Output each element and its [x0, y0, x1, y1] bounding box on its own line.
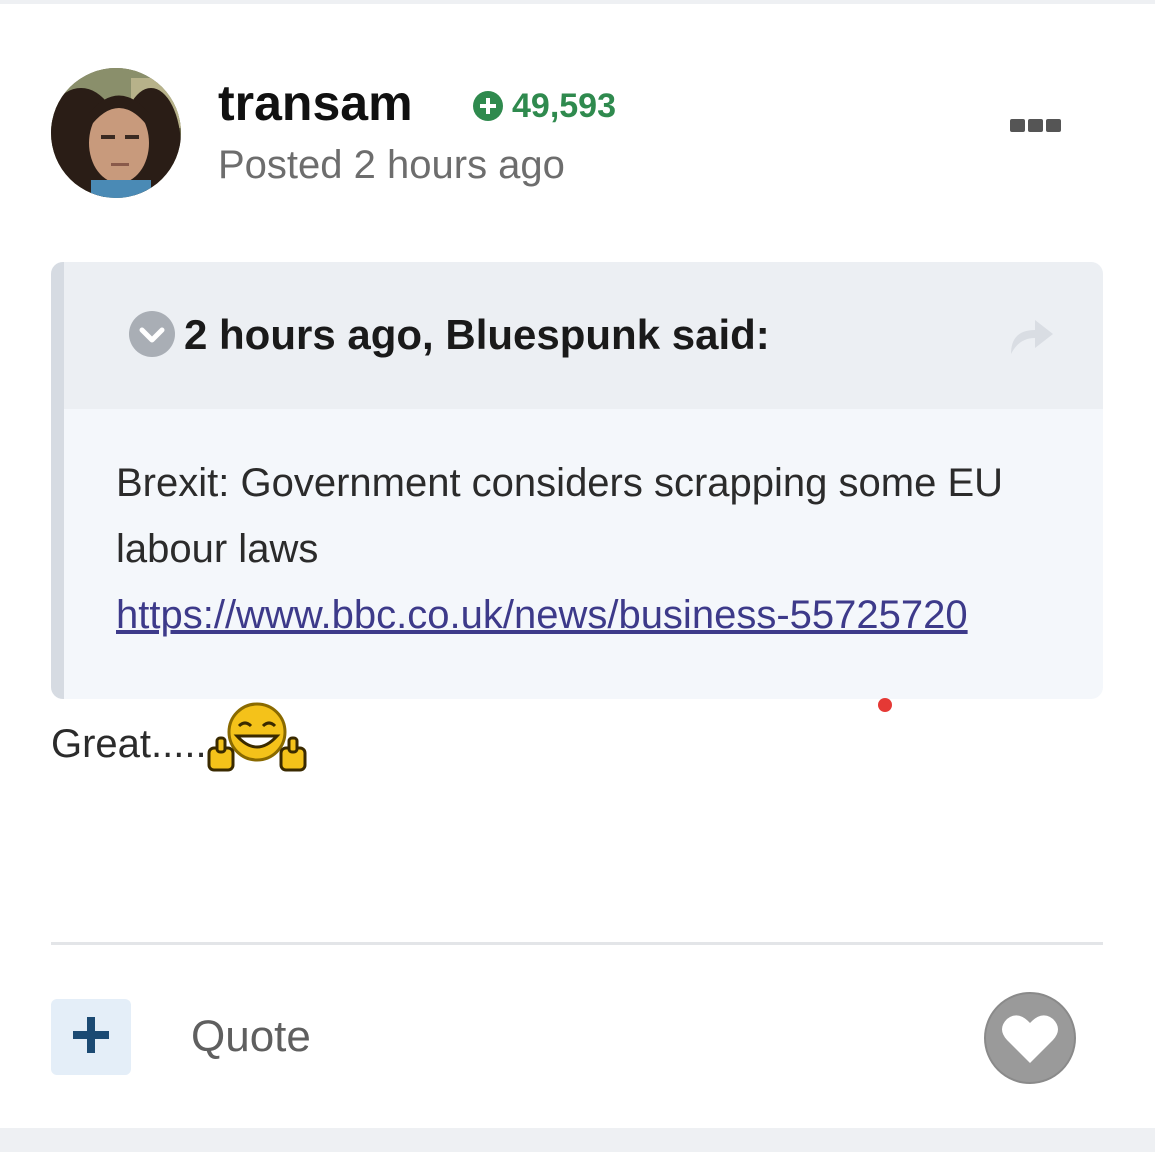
heart-icon [984, 992, 1076, 1084]
quote-link[interactable]: https://www.bbc.co.uk/news/business-5572… [116, 582, 1076, 648]
reply-text: Great..... [51, 722, 207, 766]
reputation-count: 49,593 [512, 86, 616, 125]
quote-block: 2 hours ago, Bluespunk said: Brexit: Gov… [51, 262, 1103, 699]
plus-circle-icon [472, 90, 504, 122]
bottom-strip [0, 1128, 1155, 1152]
share-arrow-icon[interactable] [1007, 314, 1055, 358]
chevron-down-circle-icon[interactable] [128, 310, 176, 358]
plus-icon [73, 1016, 109, 1058]
username[interactable]: transam [218, 73, 413, 133]
quote-body: Brexit: Government considers scrapping s… [116, 450, 1076, 648]
quote-citation: 2 hours ago, Bluespunk said: [184, 311, 770, 358]
top-strip [0, 0, 1155, 4]
quote-text: Brexit: Government considers scrapping s… [116, 461, 1004, 571]
avatar[interactable] [51, 68, 181, 198]
indicator-dot [878, 698, 892, 712]
ellipsis-icon[interactable] [1010, 110, 1070, 140]
post-timestamp: Posted 2 hours ago [218, 143, 565, 187]
reputation-badge[interactable]: 49,593 [472, 86, 616, 126]
quote-header: 2 hours ago, Bluespunk said: [64, 262, 1103, 409]
divider [51, 942, 1103, 945]
reply-content: Great..... [51, 702, 307, 780]
laughing-thumbs-up-emoji [207, 700, 307, 780]
multiquote-plus-button[interactable] [51, 999, 131, 1075]
quote-accent-bar [51, 262, 64, 699]
like-button[interactable] [983, 991, 1077, 1085]
quote-button[interactable]: Quote [191, 1010, 311, 1064]
